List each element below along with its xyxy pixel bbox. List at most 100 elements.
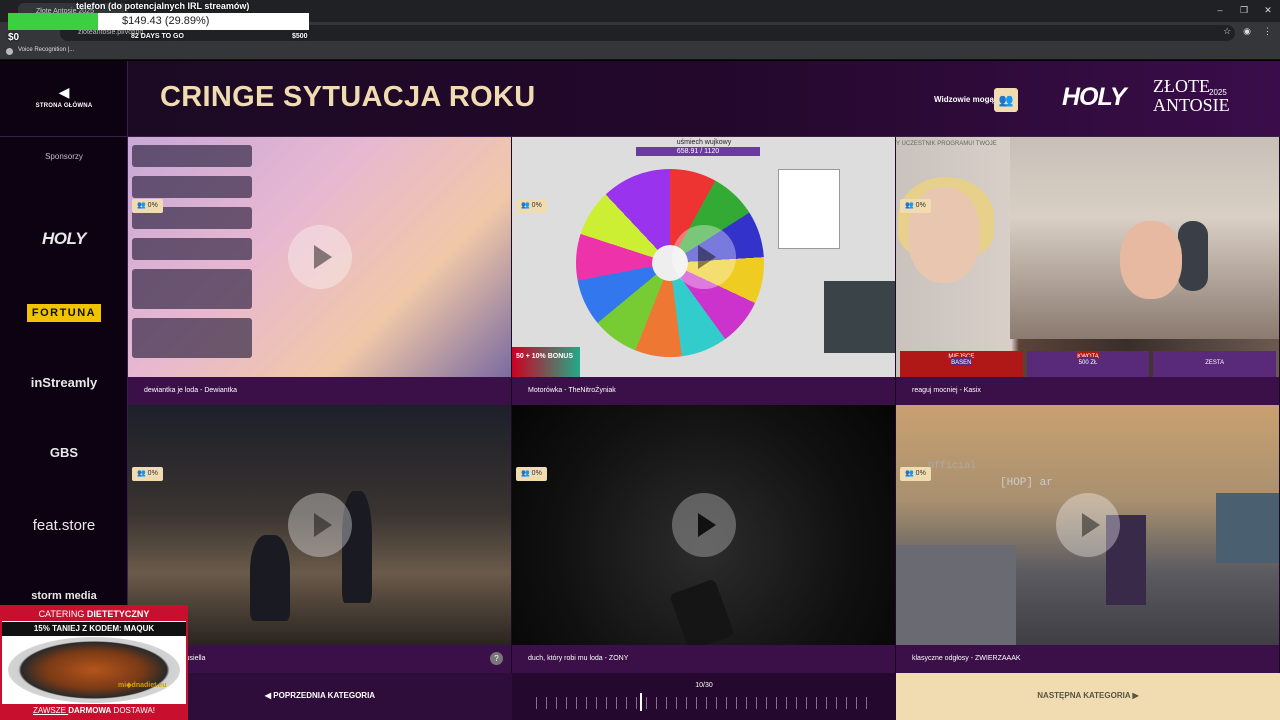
vote-percent: 0% bbox=[147, 202, 158, 209]
donation-goal-title: telefon (do potencjalnych IRL streamów) bbox=[76, 1, 250, 11]
page-header: CRINGE SYTUACJA ROKU Widzowie mogą 👥 HOL… bbox=[128, 61, 1280, 137]
microphone bbox=[1178, 221, 1208, 291]
pager-marker[interactable] bbox=[640, 693, 642, 711]
nominee-tile[interactable]: uśmiech wujkowy 658.91 / 1120 50 + 10% B… bbox=[512, 137, 896, 405]
bookmark-star-icon[interactable]: ☆ bbox=[1223, 26, 1231, 37]
quiz-bar: ZESTA bbox=[1153, 351, 1277, 377]
chat-message bbox=[132, 176, 252, 198]
vote-percent: 0% bbox=[915, 470, 926, 477]
show-banner: Y UCZESTNIK PROGRAMU! TWOJE bbox=[896, 141, 997, 147]
vote-percent-badge: 👥 0% bbox=[900, 199, 931, 213]
minimize-icon[interactable]: – bbox=[1208, 0, 1232, 22]
wheel-title: uśmiech wujkowy bbox=[512, 137, 895, 146]
pager-ticks[interactable] bbox=[536, 697, 872, 709]
prize-wheel bbox=[576, 169, 764, 357]
sponsor-logo-storm-media[interactable]: storm media bbox=[0, 590, 128, 602]
help-icon[interactable]: ? bbox=[490, 652, 503, 665]
minecraft-block bbox=[896, 545, 1016, 645]
brand-holy-logo: HOLY bbox=[1062, 83, 1127, 111]
restore-icon[interactable]: ❐ bbox=[1232, 0, 1256, 22]
back-arrow-icon: ◀ bbox=[58, 84, 70, 100]
brand-antosie-text: ANTOSIE bbox=[1153, 95, 1230, 115]
quiz-bars: MIEJSCEBASEN KWOTA500 ZŁ ZESTA bbox=[896, 351, 1279, 377]
ad-headline-part: CATERING bbox=[38, 609, 87, 619]
quiz-bar-value: ZESTA bbox=[1205, 357, 1225, 366]
vote-percent-badge: 👥 0% bbox=[132, 467, 163, 481]
play-button[interactable] bbox=[288, 225, 352, 289]
nominee-tile[interactable]: 👥 0% dewiantka je loda - Dewiantka bbox=[128, 137, 512, 405]
bonus-banner: 50 + 10% BONUS bbox=[512, 347, 580, 377]
category-title: CRINGE SYTUACJA ROKU bbox=[160, 81, 536, 113]
donation-goal: $500 bbox=[292, 33, 308, 40]
minecraft-webcam bbox=[1216, 493, 1279, 563]
donation-progress-bar: $149.43 (29.89%) bbox=[8, 13, 309, 30]
vote-percent: 0% bbox=[531, 202, 542, 209]
wheel-progress-bar: 658.91 / 1120 bbox=[636, 147, 760, 156]
person-kneeling bbox=[250, 535, 290, 621]
webcam-feed bbox=[1010, 137, 1279, 339]
profile-icon[interactable]: ◉ bbox=[1243, 26, 1251, 37]
vote-percent-badge: 👥 0% bbox=[516, 467, 547, 481]
bookmark-item[interactable]: Voice Recognition |... bbox=[18, 47, 74, 53]
play-button[interactable] bbox=[1056, 493, 1120, 557]
play-button[interactable] bbox=[672, 225, 736, 289]
menu-icon[interactable]: ⋮ bbox=[1263, 26, 1272, 37]
arrow-right-icon: ▶ bbox=[1130, 691, 1139, 700]
streamer-face bbox=[1120, 221, 1182, 299]
chat-message bbox=[132, 238, 252, 260]
catering-ad: CATERING DIETETYCZNY 15% TANIEJ Z KODEM:… bbox=[0, 605, 188, 720]
window-controls: – ❐ ✕ bbox=[1208, 0, 1280, 22]
play-button[interactable] bbox=[672, 493, 736, 557]
play-button[interactable] bbox=[288, 493, 352, 557]
vote-percent: 0% bbox=[531, 470, 542, 477]
quiz-bar-value: BASEN bbox=[951, 357, 972, 366]
viewers-icon[interactable]: 👥 bbox=[994, 88, 1018, 112]
quiz-bar: KWOTA500 ZŁ bbox=[1026, 351, 1150, 377]
previous-category-label: POPRZEDNIA KATEGORIA bbox=[273, 691, 376, 700]
next-category-label: NASTĘPNA KATEGORIA bbox=[1037, 691, 1131, 700]
home-link[interactable]: ◀ STRONA GŁÓWNA bbox=[0, 61, 128, 137]
chat-message bbox=[132, 318, 252, 358]
nominee-tile[interactable]: 👥 0% duch, który robi mu loda - ZONY bbox=[512, 405, 896, 673]
nominee-caption: Motorówka - TheNitroŻyniak bbox=[512, 377, 895, 405]
nominee-caption: dewiantka je loda - Dewiantka bbox=[128, 377, 511, 405]
sponsor-logo-featstore[interactable]: feat.store bbox=[0, 517, 128, 534]
ad-headline: CATERING DIETETYCZNY bbox=[2, 607, 186, 621]
nominee-tile[interactable]: Official [HOP] ar 👥 0% klasyczne odgłosy… bbox=[896, 405, 1280, 673]
nominee-tile[interactable]: Y UCZESTNIK PROGRAMU! TWOJE MIEJSCEBASEN… bbox=[896, 137, 1280, 405]
mini-webcam bbox=[824, 281, 895, 353]
next-category-button[interactable]: NASTĘPNA KATEGORIA ▶ bbox=[896, 673, 1280, 720]
ad-footer: ZAWSZE DARMOWA DOSTAWA! bbox=[2, 704, 186, 718]
chat-overlay bbox=[132, 145, 252, 367]
address-bar-icons: ☆ ◉ ⋮ bbox=[1223, 26, 1272, 37]
screen: Złote Antosie 2025 – ❐ ✕ zloteantosie.pl… bbox=[0, 0, 1280, 720]
side-panel bbox=[778, 169, 840, 249]
sponsor-logo-instreamly[interactable]: inStreamly bbox=[0, 375, 128, 390]
ad-footer-part: ZAWSZE bbox=[32, 706, 69, 715]
quiz-bar: MIEJSCEBASEN bbox=[900, 351, 1023, 377]
sponsor-logo-gbs[interactable]: GBS bbox=[0, 445, 128, 460]
close-icon[interactable]: ✕ bbox=[1256, 0, 1280, 22]
donation-progress-fill bbox=[8, 13, 98, 30]
quiz-bar-value: 500 ZŁ bbox=[1078, 357, 1098, 366]
voting-page: ◀ STRONA GŁÓWNA Sponsorzy HOLY FORTUNA i… bbox=[0, 61, 1280, 720]
sponsor-logo-holy[interactable]: HOLY bbox=[0, 229, 128, 249]
chat-message bbox=[132, 269, 252, 309]
ad-brand-logo: mi◆dnadiet.eu bbox=[118, 682, 167, 689]
page-count: 10/30 bbox=[695, 682, 713, 689]
sponsor-logo-fortuna[interactable]: FORTUNA bbox=[27, 304, 101, 322]
nominee-grid: 👥 0% dewiantka je loda - Dewiantka uśmie… bbox=[128, 137, 1280, 673]
nominee-caption: duch, który robi mu loda - ZONY bbox=[512, 645, 895, 673]
category-navigation: ◀ POPRZEDNIA KATEGORIA 10/30 NASTĘPNA KA… bbox=[128, 673, 1280, 720]
vote-percent: 0% bbox=[147, 470, 158, 477]
vote-percent: 0% bbox=[915, 202, 926, 209]
brand-year: 2025 bbox=[1209, 88, 1227, 97]
ad-headline-bold: DIETETYCZNY bbox=[86, 609, 150, 619]
nominee-caption: reaguj mocniej - Kasix bbox=[896, 377, 1279, 405]
chat-message bbox=[132, 145, 252, 167]
sponsors-label: Sponsorzy bbox=[45, 152, 83, 161]
bookmarks-bar: Voice Recognition |... bbox=[0, 44, 1280, 60]
minecraft-nametag: [HOP] ar bbox=[1000, 477, 1053, 489]
days-to-go: 82 DAYS TO GO bbox=[131, 33, 184, 40]
ad-discount: 15% TANIEJ Z KODEM: MAQUK bbox=[2, 622, 186, 636]
